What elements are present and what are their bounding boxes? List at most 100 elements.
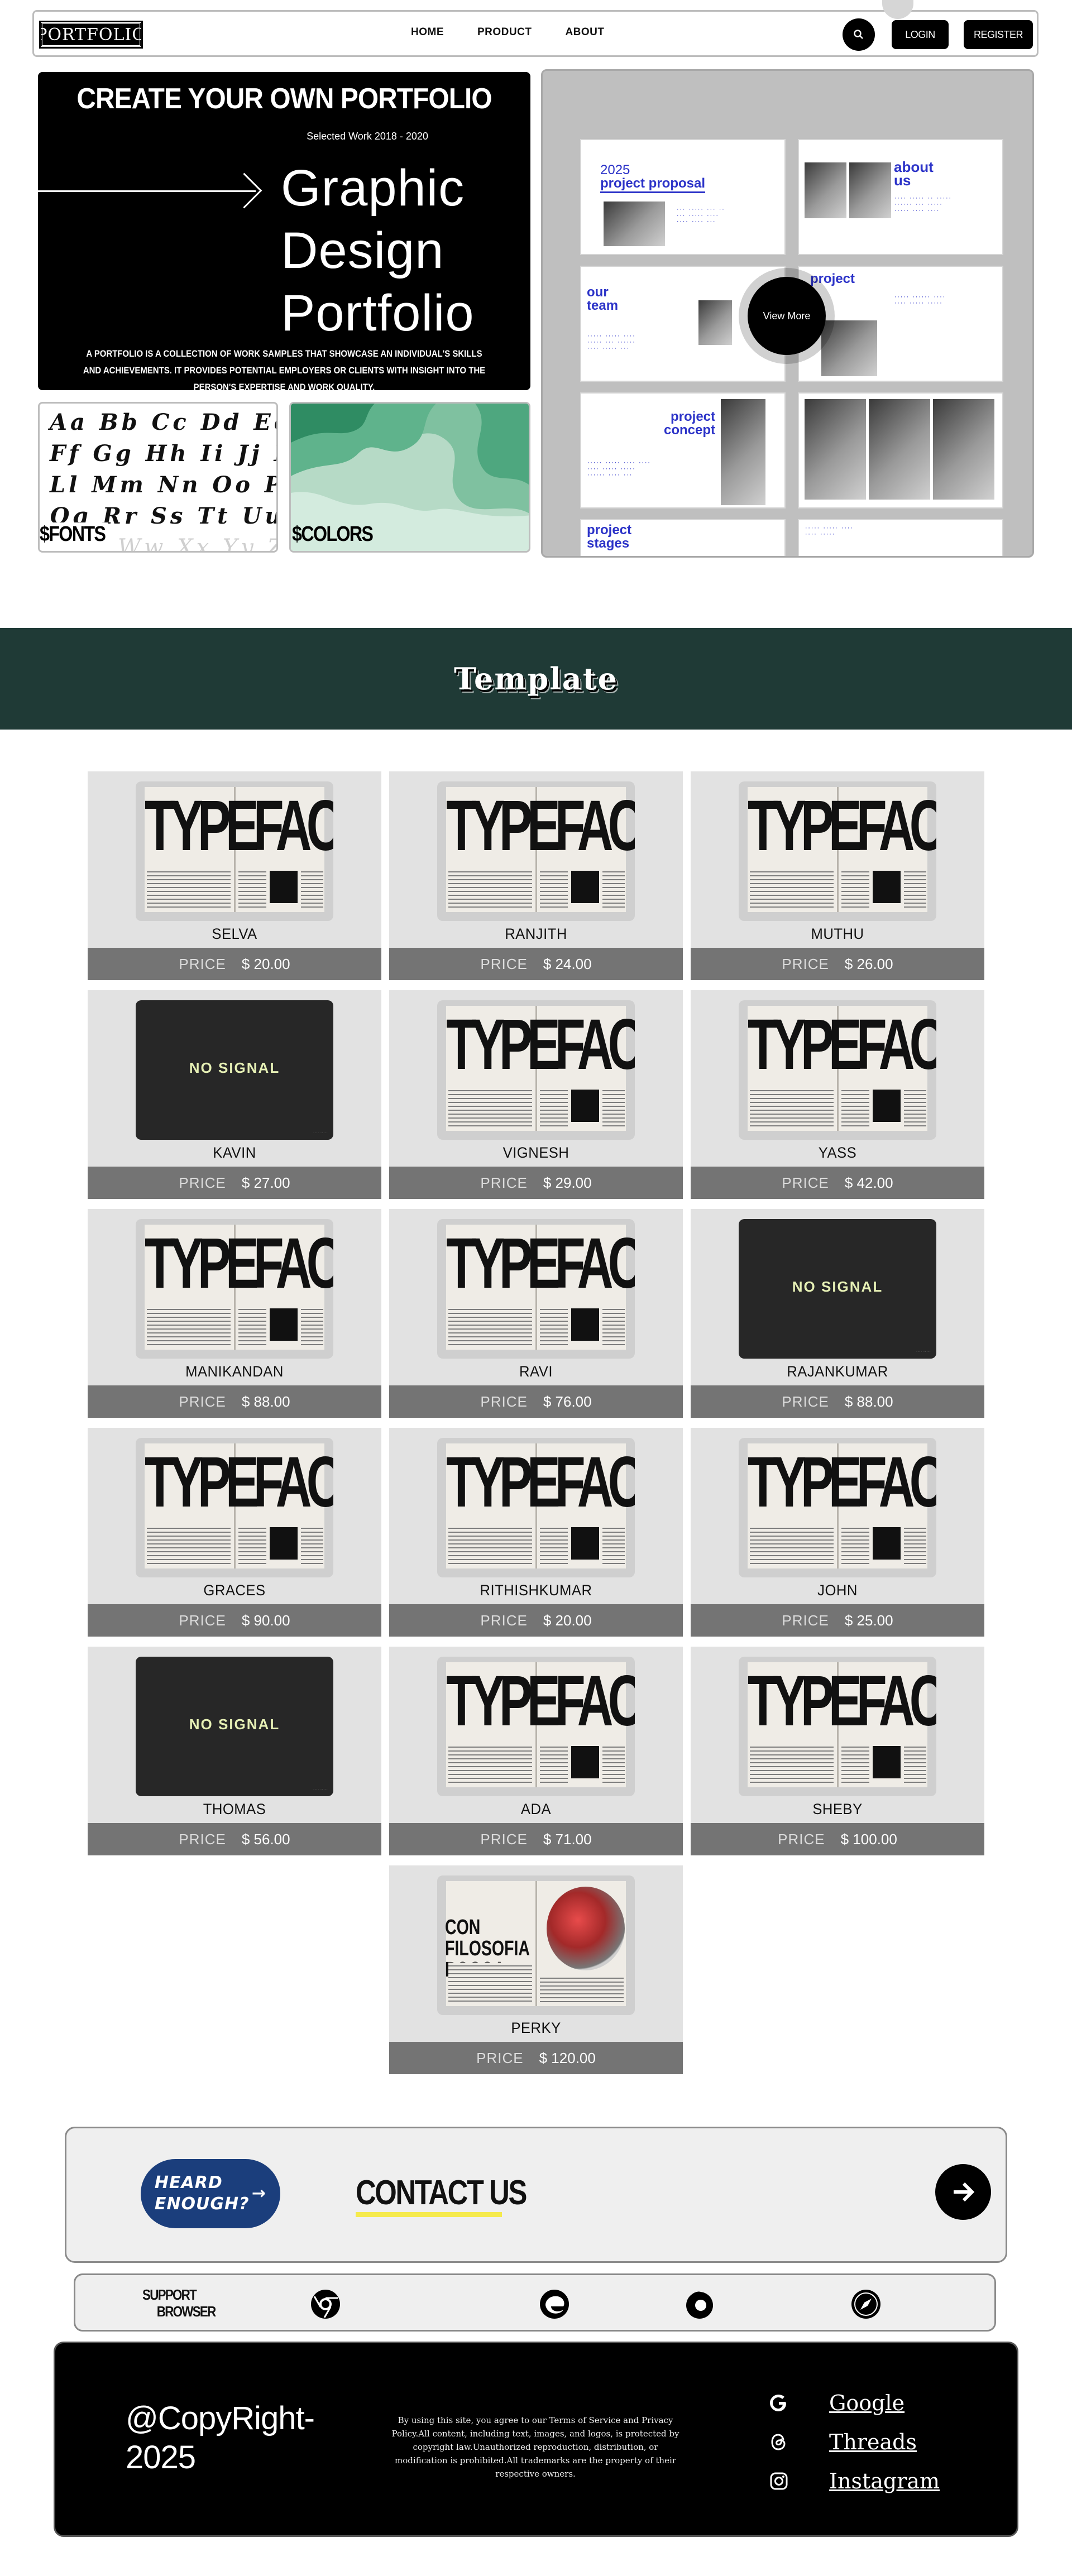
price-label: PRICE xyxy=(179,1830,226,1848)
copyright-line: @CopyRight- xyxy=(126,2400,315,2436)
nav-link-about[interactable]: ABOUT xyxy=(565,26,604,39)
nav-link-product[interactable]: PRODUCT xyxy=(477,26,532,39)
social-row-instagram[interactable]: Instagram xyxy=(768,2462,940,2501)
gallery-thumb-title: project proposal xyxy=(600,176,706,193)
template-card[interactable]: CON FILOSOFIA BOGOA PERKY PRICE $ 120.00 xyxy=(389,1865,683,2074)
price-bar: PRICE $ 25.00 xyxy=(691,1604,984,1637)
gallery-thumb-title: project stages xyxy=(587,522,632,551)
gallery-thumb-title: our team xyxy=(587,285,619,313)
safari-icon[interactable] xyxy=(850,2289,882,2320)
gallery-thumb[interactable]: ····· ····· ···· ···· ····· xyxy=(798,519,1003,556)
price-bar: PRICE $ 42.00 xyxy=(691,1167,984,1199)
social-row-google[interactable]: Google xyxy=(768,2383,940,2423)
template-card[interactable]: NO SIGNAL ···· ····· KAVIN PRICE $ 27.00 xyxy=(88,990,381,1199)
price-label: PRICE xyxy=(480,1393,528,1410)
price-label: PRICE xyxy=(782,1393,829,1410)
fonts-sample-row: Ll Mm Nn Oo Pp xyxy=(50,472,276,498)
price-bar: PRICE $ 88.00 xyxy=(691,1385,984,1418)
template-card[interactable]: TYPEFACE SHEBY PRICE $ 100.00 xyxy=(691,1647,984,1855)
gallery-thumb-photo xyxy=(821,320,877,376)
instagram-link[interactable]: Instagram xyxy=(829,2469,940,2493)
gallery-thumb[interactable]: project stages xyxy=(580,519,786,556)
price-value: $ 27.00 xyxy=(241,1174,290,1191)
template-card[interactable]: NO SIGNAL ···· ····· RAJANKUMAR PRICE $ 88.0… xyxy=(691,1209,984,1418)
threads-link[interactable]: Threads xyxy=(829,2430,917,2454)
support-browser-bar: SUPPORT BROWSER xyxy=(74,2273,996,2332)
edge-icon[interactable] xyxy=(539,2289,570,2320)
typeface-word: TYPEFACE xyxy=(748,786,936,866)
template-name: MUTHU xyxy=(811,925,864,942)
price-value: $ 24.00 xyxy=(543,955,592,972)
nav-link-home[interactable]: HOME xyxy=(411,26,444,39)
legal-notice: By using this site, you agree to our Ter… xyxy=(391,2415,679,2479)
typeface-word: TYPEFACE xyxy=(145,786,333,866)
template-card[interactable]: TYPEFACE RAVI PRICE $ 76.00 xyxy=(389,1209,683,1418)
typeface-word: TYPEFACE xyxy=(446,1442,635,1522)
colors-label: $COLORS xyxy=(292,522,374,546)
register-button[interactable]: REGISTER xyxy=(964,20,1033,49)
chrome-icon[interactable] xyxy=(310,2289,341,2320)
contact-banner[interactable]: HEARD ENOUGH? → CONTACT US xyxy=(65,2127,1007,2263)
typeface-word: TYPEFACE xyxy=(748,1005,936,1085)
price-value: $ 42.00 xyxy=(844,1174,893,1191)
template-card[interactable]: TYPEFACE GRACES PRICE $ 90.00 xyxy=(88,1428,381,1637)
no-signal-text: NO SIGNAL xyxy=(189,1716,280,1733)
template-preview-image: TYPEFACE xyxy=(739,1657,936,1796)
gallery-thumb[interactable]: 2025 project proposal ··· ····· ··· ·· ··… xyxy=(580,139,786,255)
template-card[interactable]: TYPEFACE YASS PRICE $ 42.00 xyxy=(691,990,984,1199)
template-card[interactable]: NO SIGNAL ···· ····· THOMAS PRICE $ 56.00 xyxy=(88,1647,381,1855)
price-value: $ 88.00 xyxy=(844,1393,893,1410)
template-name: RITHISHKUMAR xyxy=(480,1582,592,1599)
view-more-button[interactable]: View More xyxy=(748,277,826,355)
template-section-header: Template xyxy=(0,628,1072,730)
hero-title-line: Graphic xyxy=(281,160,465,217)
template-name: RANJITH xyxy=(505,925,567,942)
gallery-thumb[interactable]: project ····· ······ ···· ···· ····· ····… xyxy=(798,266,1003,382)
price-label: PRICE xyxy=(179,1174,226,1191)
template-preview-image: TYPEFACE xyxy=(437,781,635,921)
gallery-thumb-photo xyxy=(849,162,891,218)
site-logo[interactable]: PORTFOLIO xyxy=(36,21,146,49)
template-card[interactable]: TYPEFACE ADA PRICE $ 71.00 xyxy=(389,1647,683,1855)
login-button[interactable]: LOGIN xyxy=(892,20,949,49)
price-value: $ 25.00 xyxy=(844,1611,893,1629)
template-card[interactable]: TYPEFACE RANJITH PRICE $ 24.00 xyxy=(389,771,683,980)
hero-arrow-head xyxy=(226,172,262,209)
template-card[interactable]: TYPEFACE MANIKANDAN PRICE $ 88.00 xyxy=(88,1209,381,1418)
heard-enough-text: HEARD ENOUGH? xyxy=(154,2173,250,2214)
gallery-thumb-text: ····· ······ ···· ···· ····· ····· xyxy=(894,295,946,306)
gallery-thumb[interactable]: about us ···· ····· ·· ····· ······ ··· ·… xyxy=(798,139,1003,255)
template-card[interactable]: TYPEFACE RITHISHKUMAR PRICE $ 20.00 xyxy=(389,1428,683,1637)
social-row-threads[interactable]: Threads xyxy=(768,2423,940,2462)
search-button[interactable] xyxy=(843,18,875,51)
fonts-sample-row: Aa Bb Cc Dd Ee xyxy=(50,409,278,435)
template-preview-image: TYPEFACE xyxy=(739,1000,936,1140)
template-card[interactable]: TYPEFACE SELVA PRICE $ 20.00 xyxy=(88,771,381,980)
template-card[interactable]: TYPEFACE MUTHU PRICE $ 26.00 xyxy=(691,771,984,980)
google-link[interactable]: Google xyxy=(829,2391,904,2415)
price-value: $ 20.00 xyxy=(241,955,290,972)
fonts-label: $FONTS xyxy=(40,522,108,546)
gallery-thumb-photo xyxy=(805,399,866,500)
typeface-word: TYPEFACE xyxy=(446,1005,635,1085)
fonts-card[interactable]: Aa Bb Cc Dd Ee Ff Gg Hh Ii Jj Kk Ll Mm Nn … xyxy=(38,402,278,553)
price-label: PRICE xyxy=(179,955,226,972)
template-preview-image: TYPEFACE xyxy=(739,1438,936,1577)
price-bar: PRICE $ 20.00 xyxy=(389,1604,683,1637)
heard-enough-pill: HEARD ENOUGH? → xyxy=(141,2159,280,2228)
firefox-icon[interactable] xyxy=(684,2289,715,2320)
price-label: PRICE xyxy=(782,1174,829,1191)
price-label: PRICE xyxy=(480,955,528,972)
template-preview-image: CON FILOSOFIA BOGOA xyxy=(437,1875,635,2015)
hero-title-line: Design xyxy=(281,222,444,279)
contact-arrow-button[interactable] xyxy=(935,2164,991,2220)
price-label: PRICE xyxy=(179,1393,226,1410)
price-value: $ 26.00 xyxy=(844,955,893,972)
colors-card[interactable]: $COLORS xyxy=(289,402,530,553)
template-name: YASS xyxy=(818,1144,857,1161)
price-value: $ 20.00 xyxy=(543,1611,592,1629)
gallery-thumb[interactable] xyxy=(798,392,1003,509)
template-card[interactable]: TYPEFACE JOHN PRICE $ 25.00 xyxy=(691,1428,984,1637)
gallery-thumb[interactable]: project concept ····· ····· ···· ···· ···… xyxy=(580,392,786,509)
template-card[interactable]: TYPEFACE VIGNESH PRICE $ 29.00 xyxy=(389,990,683,1199)
